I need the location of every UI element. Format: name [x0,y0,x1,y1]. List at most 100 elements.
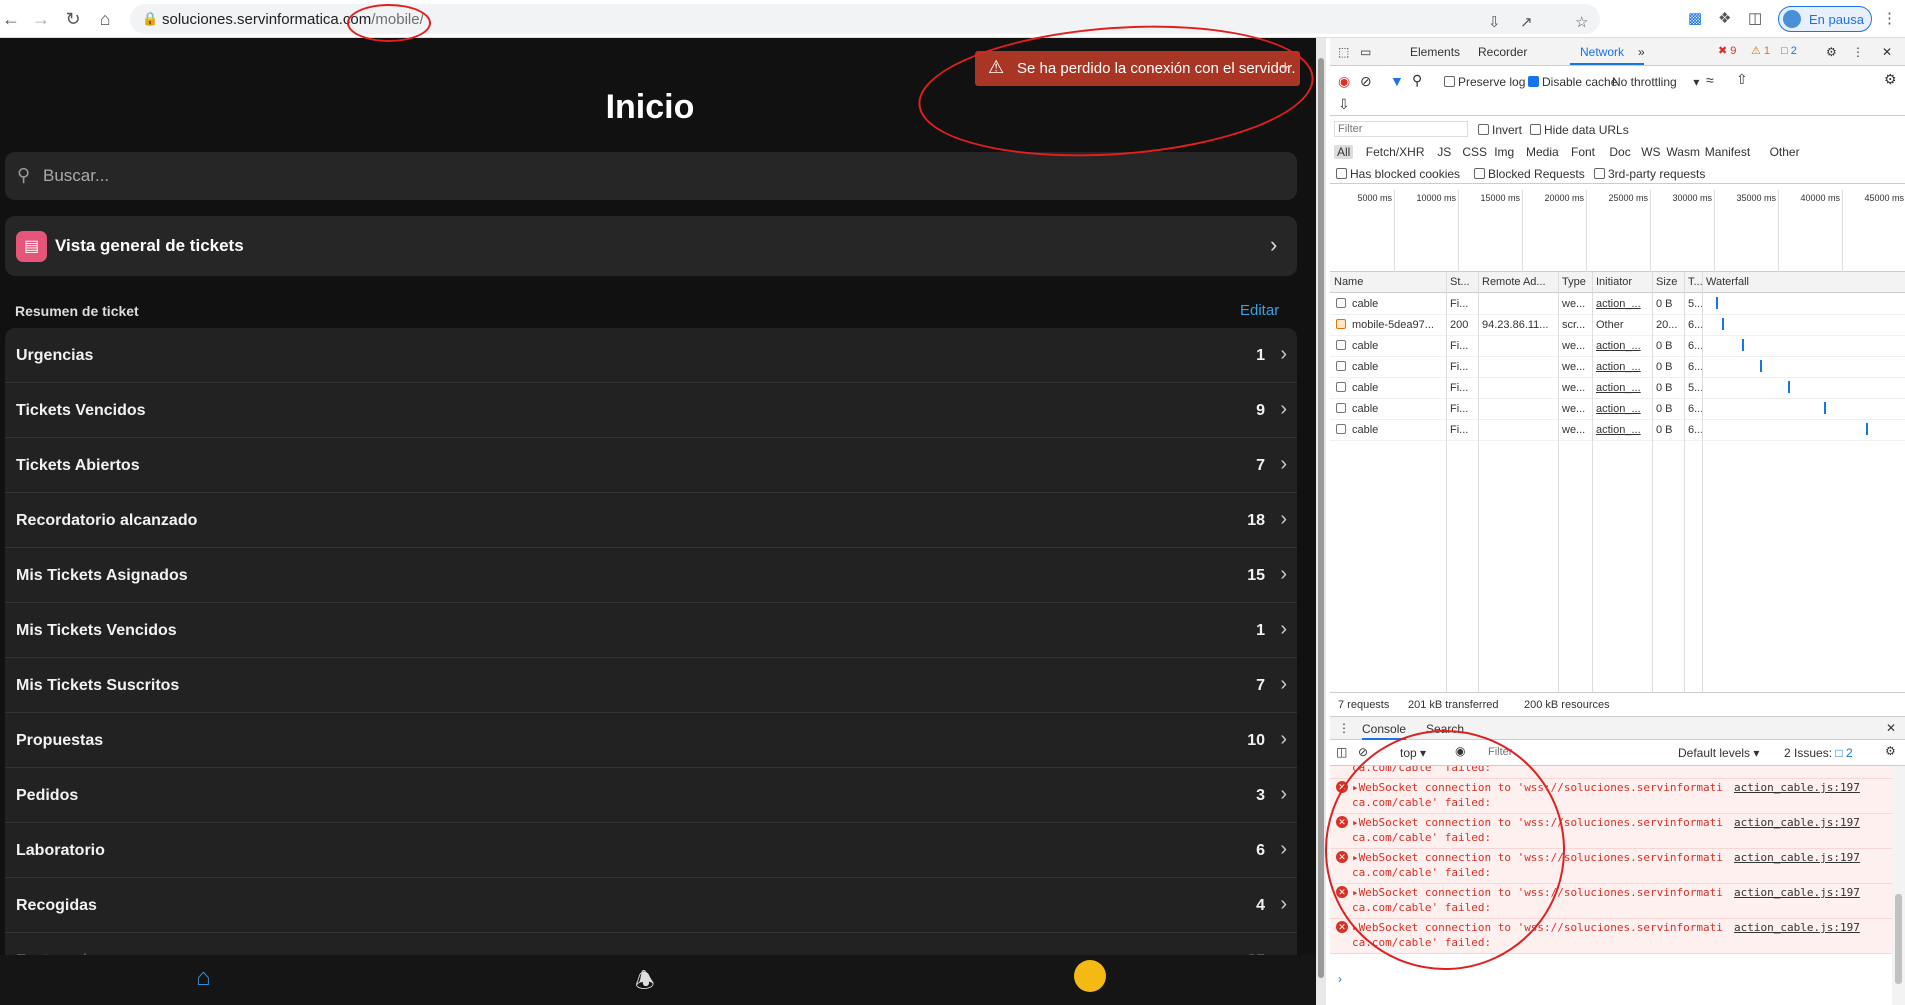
bell-icon[interactable]: 🕭 [635,964,655,1002]
upload-icon[interactable]: ⇧ [1736,71,1748,88]
type-filter-all[interactable]: All [1334,145,1354,159]
source-link[interactable]: action_cable.js:197 [1734,886,1860,899]
type-filter-wasm[interactable]: Wasm [1666,145,1700,159]
record-icon[interactable]: ◉ [1338,73,1350,90]
ticket-row[interactable]: Tickets Abiertos 7 › [5,438,1297,493]
tab-network[interactable]: Network [1580,45,1624,59]
filter-icon[interactable]: ▼ [1390,73,1404,89]
ticket-row[interactable]: Pedidos 3 › [5,768,1297,823]
ticket-row[interactable]: Laboratorio 6 › [5,823,1297,878]
column-header[interactable]: Waterfall [1706,276,1749,288]
tickets-overview-button[interactable]: ▤ Vista general de tickets › [5,216,1297,276]
back-icon[interactable]: ← [0,8,22,30]
home-nav-icon[interactable]: ⌂ [196,964,211,992]
forward-icon[interactable]: → [30,8,52,30]
source-link[interactable]: action_cable.js:197 [1734,816,1860,829]
preserve-log-checkbox[interactable]: Preserve log [1444,75,1525,89]
ticket-row[interactable]: Recogidas 4 › [5,878,1297,933]
console-scrollbar[interactable] [1892,766,1905,1005]
home-icon[interactable]: ⌂ [94,8,116,30]
drawer-menu-icon[interactable]: ⋮ [1338,721,1350,735]
type-filter-css[interactable]: CSS [1462,145,1487,159]
bookmark-star-icon[interactable]: ☆ [1575,13,1588,31]
ticket-row[interactable]: Mis Tickets Asignados 15 › [5,548,1297,603]
type-filter-doc[interactable]: Doc [1609,145,1630,159]
type-filter-other[interactable]: Other [1770,145,1800,159]
tab-console[interactable]: Console [1362,722,1407,740]
type-filter-fetch-xhr[interactable]: Fetch/XHR [1366,145,1425,159]
settings-gear-icon[interactable]: ⚙ [1826,45,1837,59]
close-devtools-icon[interactable]: ✕ [1882,45,1892,59]
source-link[interactable]: action_cable.js:197 [1734,781,1860,794]
extension-icon[interactable]: ▩ [1688,9,1702,27]
type-filter-js[interactable]: JS [1437,145,1451,159]
disable-cache-checkbox[interactable]: Disable cache [1528,75,1617,89]
issues-button[interactable]: 2 Issues: □ 2 [1784,746,1853,760]
invert-checkbox[interactable]: Invert [1478,123,1522,137]
network-overview-timeline[interactable]: 5000 ms 10000 ms 15000 ms 20000 ms 25000 ms 3… [1330,190,1905,272]
column-header[interactable]: Remote Ad... [1482,276,1546,288]
ticket-row[interactable]: Tickets Vencidos 9 › [5,383,1297,438]
user-avatar[interactable] [1074,960,1106,992]
hide-data-urls-checkbox[interactable]: Hide data URLs [1530,123,1629,137]
request-row[interactable]: mobile-5dea97... 200 94.23.86.11... scr... O… [1330,315,1905,336]
type-filter-media[interactable]: Media [1526,145,1559,159]
column-header[interactable]: T... [1688,276,1703,288]
error-count-badge[interactable]: ✖ 9 [1715,43,1739,60]
menu-icon[interactable]: ⋮ [1882,9,1897,27]
ticket-row[interactable]: Mis Tickets Suscritos 7 › [5,658,1297,713]
edit-link[interactable]: Editar [1240,302,1279,319]
clear-icon[interactable]: ⊘ [1360,73,1372,90]
sidebar-toggle-icon[interactable]: ◫ [1336,745,1347,759]
more-tabs-icon[interactable]: » [1638,45,1645,59]
inspect-icon[interactable]: ⬚ [1338,45,1349,59]
install-icon[interactable]: ⇩ [1488,13,1501,31]
source-link[interactable]: action_cable.js:197 [1734,921,1860,934]
request-row[interactable]: cable Fi... we... action_... 0 B 5... [1330,294,1905,315]
column-header[interactable]: Type [1562,276,1586,288]
column-header[interactable]: Initiator [1596,276,1632,288]
column-header[interactable]: St... [1450,276,1470,288]
scrollbar-thumb[interactable] [1895,894,1902,984]
reload-icon[interactable]: ↻ [62,8,84,30]
throttling-select[interactable]: No throttling ▾ [1612,75,1699,89]
search-input[interactable] [43,164,1243,188]
tab-recorder[interactable]: Recorder [1478,45,1527,59]
search-bar[interactable]: ⚲ [5,152,1297,200]
console-settings-icon[interactable]: ⚙ [1885,744,1896,758]
scrollbar-thumb[interactable] [1318,58,1324,978]
side-panel-icon[interactable]: ◫ [1748,9,1762,27]
device-toggle-icon[interactable]: ▭ [1360,45,1371,59]
console-prompt-icon[interactable]: › [1338,972,1342,986]
blocked-requests-checkbox[interactable]: Blocked Requests [1474,167,1585,181]
ticket-row[interactable]: Urgencias 1 › [5,328,1297,383]
profile-button[interactable]: En pausa [1778,6,1872,32]
third-party-checkbox[interactable]: 3rd-party requests [1594,167,1705,181]
ticket-row[interactable]: Recordatorio alcanzado 18 › [5,493,1297,548]
source-link[interactable]: action_cable.js:197 [1734,851,1860,864]
network-settings-icon[interactable]: ⚙ [1884,71,1897,88]
search-icon[interactable]: ⚲ [1412,72,1422,89]
tab-elements[interactable]: Elements [1410,45,1460,59]
type-filter-img[interactable]: Img [1494,145,1514,159]
request-row[interactable]: cable Fi... we... action_... 0 B 6... [1330,357,1905,378]
request-row[interactable]: cable Fi... we... action_... 0 B 5... [1330,378,1905,399]
ticket-row[interactable]: Propuestas 10 › [5,713,1297,768]
share-icon[interactable]: ↗ [1520,13,1533,31]
download-icon[interactable]: ⇩ [1338,96,1350,113]
type-filter-ws[interactable]: WS [1641,145,1660,159]
network-filter-input[interactable] [1334,121,1468,137]
blocked-cookies-checkbox[interactable]: Has blocked cookies [1336,167,1460,181]
request-row[interactable]: cable Fi... we... action_... 0 B 6... [1330,336,1905,357]
request-row[interactable]: cable Fi... we... action_... 0 B 6... [1330,420,1905,441]
clear-console-icon[interactable]: ⊘ [1358,745,1368,759]
puzzle-icon[interactable]: ❖ [1718,9,1731,27]
column-header[interactable]: Name [1334,276,1363,288]
close-drawer-icon[interactable]: ✕ [1886,721,1896,735]
warning-count-badge[interactable]: ⚠ 1 [1748,43,1773,60]
ticket-row[interactable]: Mis Tickets Vencidos 1 › [5,603,1297,658]
kebab-menu-icon[interactable]: ⋮ [1852,45,1864,59]
log-levels-select[interactable]: Default levels ▾ [1678,746,1759,760]
type-filter-manifest[interactable]: Manifest [1705,145,1750,159]
type-filter-font[interactable]: Font [1571,145,1595,159]
